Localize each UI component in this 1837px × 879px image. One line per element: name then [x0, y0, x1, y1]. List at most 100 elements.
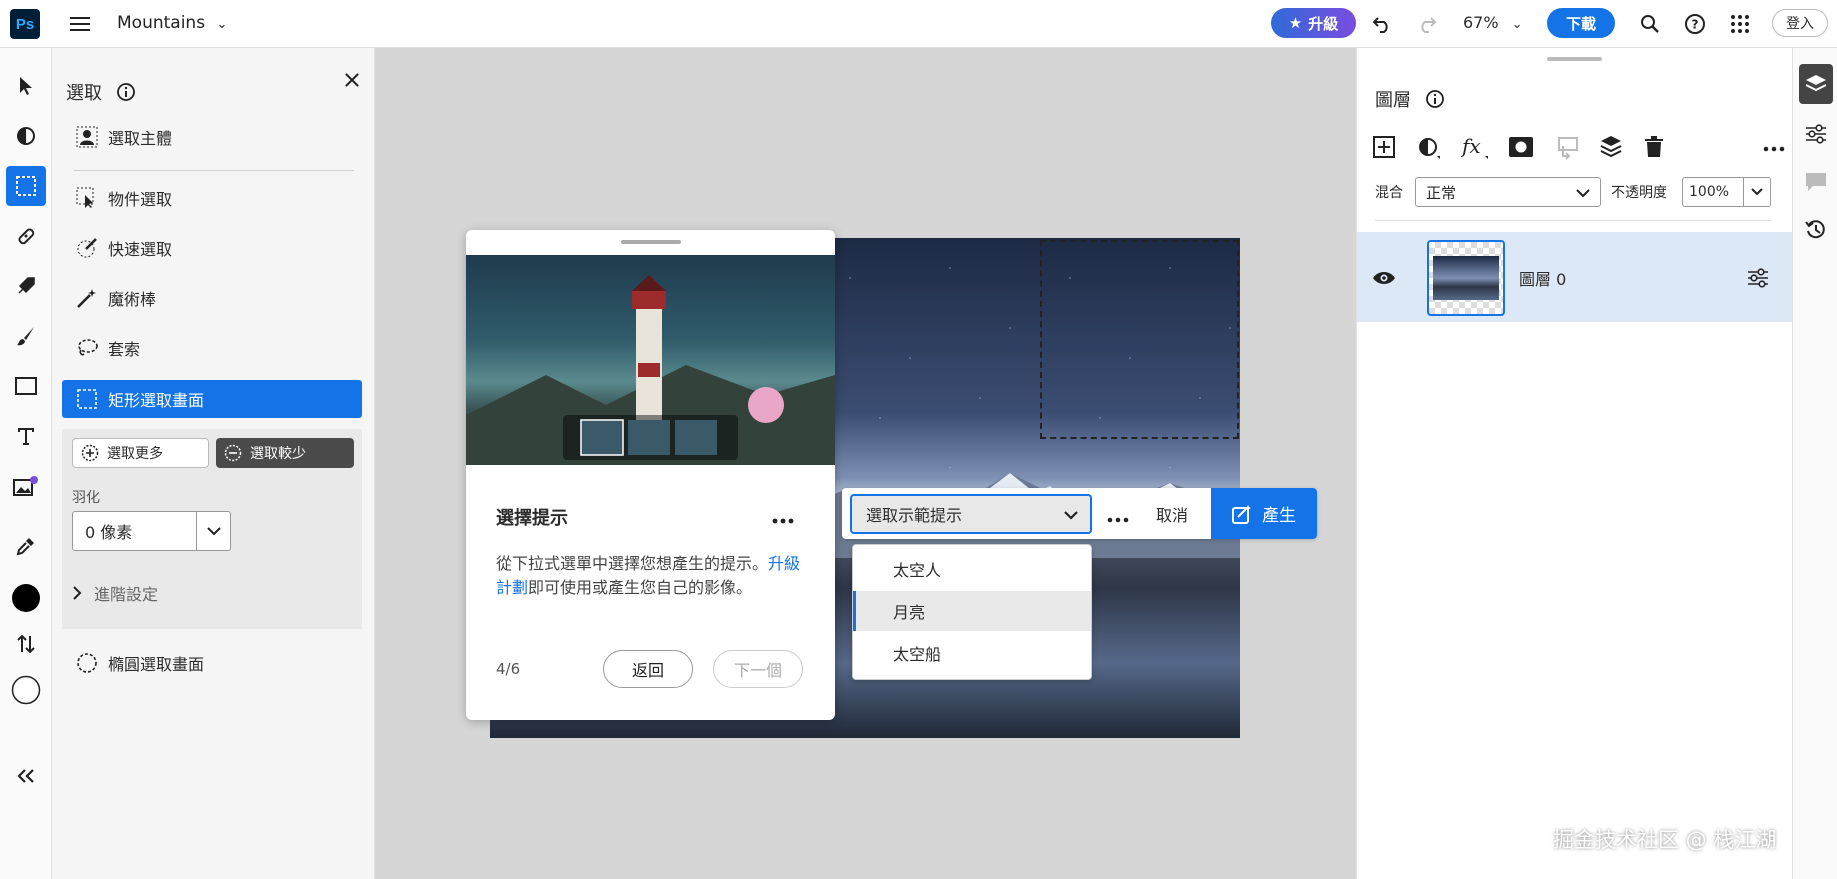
brush-tool-icon[interactable]	[6, 316, 46, 356]
add-layer-icon[interactable]	[1373, 136, 1395, 158]
back-button[interactable]: 返回	[603, 650, 693, 688]
fx-effects-icon[interactable]: fx	[1461, 134, 1489, 160]
foreground-color-swatch[interactable]	[6, 578, 46, 618]
add-selection-chip[interactable]: 選取更多	[72, 438, 209, 468]
prompt-option-astronaut[interactable]: 太空人	[853, 549, 1091, 589]
chevron-down-icon: ⌄	[1511, 17, 1523, 32]
document-title[interactable]: Mountains ⌄	[117, 13, 227, 33]
quick-select-icon	[77, 238, 97, 258]
divider	[1375, 220, 1771, 221]
subtract-selection-chip[interactable]: 選取較少	[216, 438, 354, 468]
more-options-icon[interactable]	[771, 510, 795, 529]
more-options-icon[interactable]	[1763, 145, 1785, 153]
advanced-label: 進階設定	[94, 585, 159, 604]
layer-stack-icon[interactable]	[1599, 134, 1625, 160]
object-select-item[interactable]: 物件選取	[62, 179, 362, 217]
quick-select-item[interactable]: 快速選取	[62, 229, 362, 267]
info-icon[interactable]	[116, 82, 136, 102]
quick-action-icon[interactable]	[6, 266, 46, 306]
generative-image-icon[interactable]	[6, 466, 46, 506]
layer-row[interactable]: 圖層 0	[1357, 232, 1792, 322]
sample-prompt-select[interactable]: 選取示範提示	[850, 494, 1092, 534]
generate-button[interactable]: 產生	[1211, 488, 1317, 539]
apps-grid-icon[interactable]	[1728, 12, 1752, 36]
svg-text:fx: fx	[1461, 134, 1481, 158]
download-button[interactable]: 下載	[1547, 8, 1615, 38]
ellipse-marquee-item[interactable]: 橢圓選取畫面	[62, 644, 362, 682]
signin-button[interactable]: 登入	[1772, 9, 1828, 37]
collapse-double-chevron-icon[interactable]	[6, 756, 46, 796]
trash-icon[interactable]	[1643, 136, 1665, 158]
drag-handle[interactable]	[621, 240, 681, 244]
layer-thumbnail[interactable]	[1427, 240, 1505, 316]
upgrade-button[interactable]: ★ 升級	[1271, 8, 1356, 38]
type-tool-icon[interactable]	[6, 416, 46, 456]
move-tool-icon[interactable]	[6, 66, 46, 106]
undo-icon[interactable]	[1370, 12, 1394, 36]
opacity-dropdown-button[interactable]	[1743, 177, 1771, 207]
prompt-option-spaceship[interactable]: 太空船	[853, 633, 1091, 673]
more-options-icon[interactable]	[1107, 509, 1129, 528]
background-color-swatch[interactable]	[6, 670, 46, 710]
item-label: 魔術棒	[108, 290, 157, 309]
adjustment-layer-icon[interactable]	[1417, 136, 1441, 160]
eye-visibility-icon[interactable]	[1372, 270, 1396, 286]
plus-circle-icon	[81, 444, 99, 462]
healing-brush-icon[interactable]	[6, 216, 46, 256]
comments-icon[interactable]	[1799, 162, 1833, 202]
hamburger-menu-icon[interactable]	[68, 12, 92, 36]
selection-title-text: 選取	[66, 83, 102, 104]
chevron-down-icon	[1751, 188, 1763, 196]
blend-mode-select[interactable]: 正常	[1415, 177, 1601, 207]
item-label: 矩形選取畫面	[108, 391, 205, 410]
object-select-icon	[76, 187, 94, 208]
cancel-button[interactable]: 取消	[1156, 502, 1188, 526]
prompt-option-moon[interactable]: 月亮	[853, 591, 1091, 631]
chevron-down-icon	[206, 527, 221, 536]
info-icon[interactable]	[1425, 89, 1445, 109]
eyedropper-icon[interactable]	[6, 526, 46, 566]
adjustments-icon[interactable]	[1799, 114, 1833, 154]
selection-marquee[interactable]	[1040, 240, 1239, 439]
feather-field[interactable]: 0 像素	[72, 511, 197, 551]
layers-title-text: 圖層	[1375, 90, 1411, 111]
adjust-tool-icon[interactable]	[6, 116, 46, 156]
shape-tool-icon[interactable]	[6, 366, 46, 406]
prompt-select-value: 選取示範提示	[866, 506, 963, 525]
right-rail	[1792, 48, 1837, 879]
prompt-dropdown-menu: 太空人 月亮 太空船	[852, 544, 1092, 680]
layers-panel-icon[interactable]	[1799, 64, 1833, 104]
layer-properties-icon[interactable]	[1747, 268, 1769, 288]
feather-dropdown-button[interactable]	[196, 511, 231, 551]
redo-icon[interactable]	[1415, 12, 1439, 36]
clip-layer-icon[interactable]	[1555, 136, 1579, 160]
rect-marquee-item[interactable]: 矩形選取畫面	[62, 380, 362, 418]
layer-mask-icon[interactable]	[1509, 137, 1533, 157]
panel-resize-handle[interactable]	[1547, 57, 1602, 61]
tip-body-text-2: 即可使用或產生您自己的影像。	[528, 578, 753, 597]
advanced-settings-toggle[interactable]: 進階設定	[72, 581, 158, 605]
marquee-options: 選取更多 選取較少 羽化 0 像素 進階設定	[62, 429, 362, 629]
photoshop-logo[interactable]: Ps	[10, 9, 40, 39]
selection-tool-icon[interactable]	[6, 166, 46, 206]
svg-text:?: ?	[1692, 18, 1699, 32]
zoom-level[interactable]: 67% ⌄	[1463, 13, 1523, 32]
close-icon[interactable]	[340, 68, 364, 92]
select-subject-icon	[76, 126, 98, 148]
magic-wand-item[interactable]: 魔術棒	[62, 279, 362, 317]
help-icon[interactable]: ?	[1683, 12, 1707, 36]
search-icon[interactable]	[1638, 12, 1662, 36]
rect-marquee-icon	[77, 389, 97, 409]
history-icon[interactable]	[1799, 210, 1833, 250]
ellipse-marquee-icon	[77, 653, 97, 673]
zoom-value: 67%	[1463, 13, 1499, 32]
tip-title: 選擇提示	[496, 508, 568, 529]
divider	[74, 170, 354, 171]
left-toolbar	[0, 48, 52, 879]
lasso-item[interactable]: 套索	[62, 329, 362, 367]
select-subject-item[interactable]: 選取主體	[62, 118, 362, 156]
swap-colors-icon[interactable]	[6, 624, 46, 664]
opacity-field[interactable]: 100%	[1682, 177, 1744, 207]
next-button[interactable]: 下一個	[713, 650, 803, 688]
tip-body-text: 從下拉式選單中選擇您想產生的提示。	[496, 554, 769, 573]
